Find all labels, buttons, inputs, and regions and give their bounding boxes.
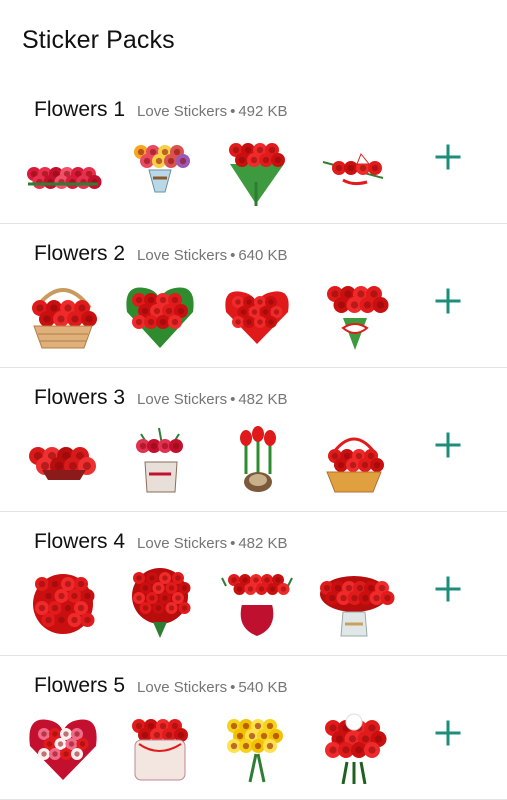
sticker-mixed-bouquet-vase — [119, 134, 201, 208]
sticker-red-white-bouquet — [313, 710, 395, 784]
pack-header: Flowers 5 Love Stickers • 540 KB — [34, 674, 288, 698]
pack-header: Flowers 4 Love Stickers • 482 KB — [34, 530, 288, 554]
pack-publisher: Love Stickers — [137, 535, 228, 552]
pack-meta: Love Stickers • 482 KB — [137, 535, 288, 552]
meta-separator: • — [230, 247, 236, 264]
pack-header: Flowers 2 Love Stickers • 640 KB — [34, 242, 288, 266]
add-pack-button[interactable] — [429, 714, 467, 752]
sticker-rose-bouquet-ribbon — [313, 278, 395, 352]
sticker-scattered-roses — [313, 134, 395, 208]
sticker-rose-heart-leaves — [119, 278, 201, 352]
sticker-preview-row — [22, 134, 410, 208]
plus-icon — [435, 576, 461, 602]
pack-publisher: Love Stickers — [137, 247, 228, 264]
sticker-yellow-roses — [216, 710, 298, 784]
sticker-carnation-pile — [22, 422, 104, 496]
sticker-rose-basket — [22, 278, 104, 352]
pack-list: Flowers 1 Love Stickers • 492 KB Flowers 2… — [0, 80, 507, 800]
plus-icon — [435, 720, 461, 746]
pack-meta: Love Stickers • 492 KB — [137, 103, 288, 120]
sticker-pack-row[interactable]: Flowers 5 Love Stickers • 540 KB — [0, 656, 507, 800]
pack-publisher: Love Stickers — [137, 103, 228, 120]
pack-size: 482 KB — [238, 535, 288, 552]
pack-name: Flowers 5 — [34, 674, 126, 697]
pack-meta: Love Stickers • 540 KB — [137, 679, 288, 696]
sticker-rose-bouquet-large — [119, 566, 201, 640]
plus-icon — [435, 432, 461, 458]
pack-name: Flowers 4 — [34, 530, 126, 553]
pack-name: Flowers 3 — [34, 386, 126, 409]
plus-icon — [435, 288, 461, 314]
sticker-preview-row — [22, 422, 410, 496]
page-title: Sticker Packs — [22, 25, 175, 54]
sticker-preview-row — [22, 566, 410, 640]
add-pack-button[interactable] — [429, 138, 467, 176]
meta-separator: • — [230, 103, 236, 120]
sticker-lily-box — [119, 422, 201, 496]
meta-separator: • — [230, 391, 236, 408]
sticker-rose-bouquet-greens — [216, 134, 298, 208]
sticker-rose-ball — [22, 566, 104, 640]
meta-separator: • — [230, 535, 236, 552]
pack-meta: Love Stickers • 640 KB — [137, 247, 288, 264]
pack-size: 482 KB — [238, 391, 288, 408]
pack-publisher: Love Stickers — [137, 679, 228, 696]
sticker-rose-vase-glass — [313, 566, 395, 640]
app-header: Sticker Packs — [0, 0, 507, 80]
add-pack-button[interactable] — [429, 282, 467, 320]
sticker-tulip-bulb — [216, 422, 298, 496]
pack-size: 540 KB — [238, 679, 288, 696]
plus-icon — [435, 144, 461, 170]
pack-size: 640 KB — [238, 247, 288, 264]
sticker-pack-row[interactable]: Flowers 2 Love Stickers • 640 KB — [0, 224, 507, 368]
sticker-pack-row[interactable]: Flowers 3 Love Stickers • 482 KB — [0, 368, 507, 512]
meta-separator: • — [230, 679, 236, 696]
sticker-rose-row — [22, 134, 104, 208]
pack-name: Flowers 1 — [34, 98, 126, 121]
pack-header: Flowers 3 Love Stickers • 482 KB — [34, 386, 288, 410]
add-pack-button[interactable] — [429, 426, 467, 464]
add-pack-button[interactable] — [429, 570, 467, 608]
sticker-preview-row — [22, 278, 410, 352]
pack-meta: Love Stickers • 482 KB — [137, 391, 288, 408]
pack-name: Flowers 2 — [34, 242, 126, 265]
sticker-pack-row[interactable]: Flowers 4 Love Stickers • 482 KB — [0, 512, 507, 656]
sticker-basket-roses — [313, 422, 395, 496]
pack-header: Flowers 1 Love Stickers • 492 KB — [34, 98, 288, 122]
sticker-rose-heart-pink — [22, 710, 104, 784]
sticker-pack-row[interactable]: Flowers 1 Love Stickers • 492 KB — [0, 80, 507, 224]
sticker-rose-hatbox — [119, 710, 201, 784]
sticker-rose-heart — [216, 278, 298, 352]
sticker-preview-row — [22, 710, 410, 784]
pack-size: 492 KB — [238, 103, 288, 120]
pack-publisher: Love Stickers — [137, 391, 228, 408]
sticker-packs-screen: Sticker Packs Flowers 1 Love Stickers • 49… — [0, 0, 507, 800]
sticker-rose-vase-red — [216, 566, 298, 640]
